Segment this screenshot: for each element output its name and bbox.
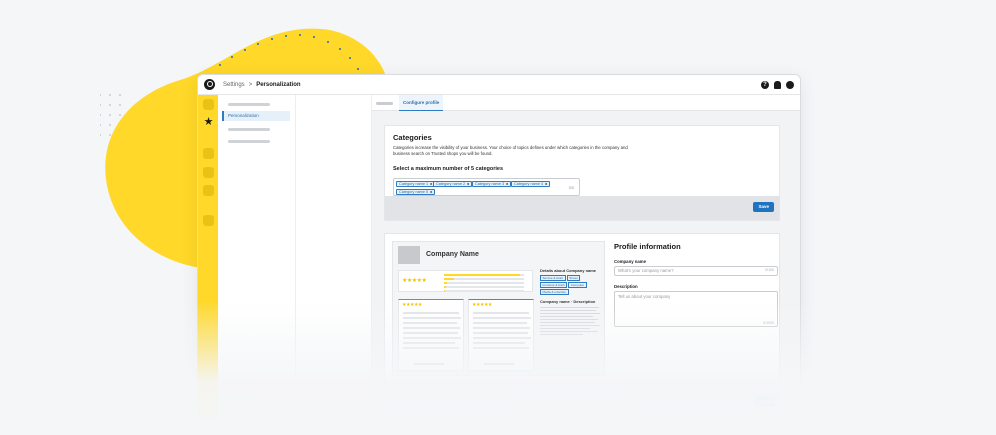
rating-bar (444, 290, 524, 292)
category-select[interactable]: Category name 1x Category name 2x Catego… (393, 178, 580, 196)
sidebar-rail: ★ (198, 95, 218, 433)
description-count: 0/1000 (763, 321, 774, 325)
detail-chip: Computer (568, 282, 587, 289)
close-icon[interactable]: x (430, 182, 432, 186)
rail-item-4[interactable] (203, 167, 214, 178)
detail-chip: Furniture & Kitch (540, 282, 568, 289)
description-label: Description (614, 284, 638, 289)
profile-title: Profile information (614, 242, 681, 251)
categories-description: Categories increase the visibility of yo… (393, 145, 628, 156)
close-icon[interactable]: x (545, 182, 547, 186)
rail-item-3[interactable] (203, 148, 214, 159)
profile-form: Profile information Company name What's … (614, 242, 778, 327)
rating-bar (444, 286, 524, 288)
tab-configure-profile[interactable]: Configure profile (399, 95, 444, 111)
breadcrumb-separator: > (248, 81, 253, 88)
category-tag[interactable]: Category name 4x (511, 181, 551, 187)
category-tag[interactable]: Category name 2x (433, 181, 473, 187)
rail-item-1[interactable] (203, 99, 214, 110)
company-name-count: 0/100 (765, 268, 774, 272)
subnav-placeholder[interactable] (228, 140, 270, 143)
preview-company-name: Company Name (426, 251, 479, 258)
logo-icon[interactable] (204, 79, 215, 90)
description-title: Company name · Description (540, 299, 596, 305)
tag-label: Category name 2 (436, 182, 466, 186)
tag-label: Category name 5 (399, 190, 429, 194)
breadcrumb-current: Personalization (256, 81, 301, 88)
star-rating: ★★★★★ (402, 278, 427, 284)
rating-bar (444, 274, 524, 276)
company-name-placeholder: What's your company name? (618, 268, 674, 273)
star-rating: ★★★★★ (472, 302, 492, 308)
category-tag[interactable]: Category name 3x (472, 181, 512, 187)
review-card: ★★★★★ (468, 299, 534, 371)
star-rating: ★★★★★ (402, 302, 422, 308)
star-icon[interactable]: ★ (203, 117, 214, 128)
tag-label: Category name 3 (475, 182, 505, 186)
secondary-column (296, 95, 372, 433)
bell-icon[interactable] (774, 80, 781, 89)
profile-preview: Company Name ★★★★★ Details about Company… (392, 241, 605, 376)
company-details: Details about Company name Service & Ava… (540, 268, 602, 369)
categories-card: Categories Categories increase the visib… (384, 125, 780, 221)
top-bar: Settings > Personalization ? (198, 75, 800, 95)
subnav-placeholder[interactable] (228, 128, 270, 131)
rating-bar (444, 282, 524, 284)
close-icon[interactable]: x (430, 190, 432, 194)
tab-bar: Configure profile (372, 95, 800, 111)
breadcrumb-settings[interactable]: Settings (223, 82, 245, 88)
review-card: ★★★★★ (398, 299, 464, 371)
categories-title: Categories (393, 133, 432, 142)
detail-chip: Service & Avail. (540, 275, 566, 282)
user-icon[interactable] (786, 80, 794, 89)
settings-subnav: Personalization (218, 95, 296, 433)
profile-footer: Save (384, 391, 780, 413)
help-icon[interactable]: ? (761, 80, 769, 89)
rating-summary: ★★★★★ (398, 270, 533, 292)
company-name-field[interactable]: What's your company name? 0/100 (614, 266, 778, 276)
details-title: Details about Company name (540, 268, 597, 273)
category-tag[interactable]: Category name 5x (396, 189, 436, 195)
description-field[interactable]: Tell us about your company 0/1000 (614, 291, 778, 327)
categories-subtitle: Select a maximum number of 5 categories (393, 166, 504, 172)
description-placeholder: Tell us about your company (618, 294, 671, 299)
rail-item-5[interactable] (203, 185, 214, 196)
subnav-placeholder[interactable] (228, 103, 270, 106)
company-logo-placeholder (398, 246, 420, 264)
detail-chip: Shoes (566, 275, 581, 282)
categories-footer: Save (385, 196, 779, 220)
save-profile-button[interactable]: Save (754, 397, 775, 407)
profile-card: Company Name ★★★★★ Details about Company… (384, 233, 780, 388)
detail-chip: Media & entertain. (540, 289, 570, 296)
subnav-item-personalization[interactable]: Personalization (222, 111, 290, 121)
tag-label: Category name 1 (399, 182, 429, 186)
rail-item-6[interactable] (203, 215, 214, 226)
category-tag[interactable]: Category name 1x (396, 181, 436, 187)
app-window: Settings > Personalization ? ★ Personali… (197, 74, 801, 434)
rating-bar (444, 278, 524, 280)
close-icon[interactable]: x (467, 182, 469, 186)
main-content: Configure profile Categories Categories … (372, 95, 800, 433)
tab-placeholder[interactable] (376, 102, 393, 105)
company-name-label: Company name (614, 259, 646, 264)
save-button[interactable]: Save (753, 202, 774, 212)
breadcrumb: Settings > Personalization (223, 82, 301, 88)
close-icon[interactable]: x (506, 182, 508, 186)
description-placeholder-lines (540, 306, 602, 336)
category-count: 5/5 (568, 186, 574, 190)
tag-label: Category name 4 (514, 182, 544, 186)
